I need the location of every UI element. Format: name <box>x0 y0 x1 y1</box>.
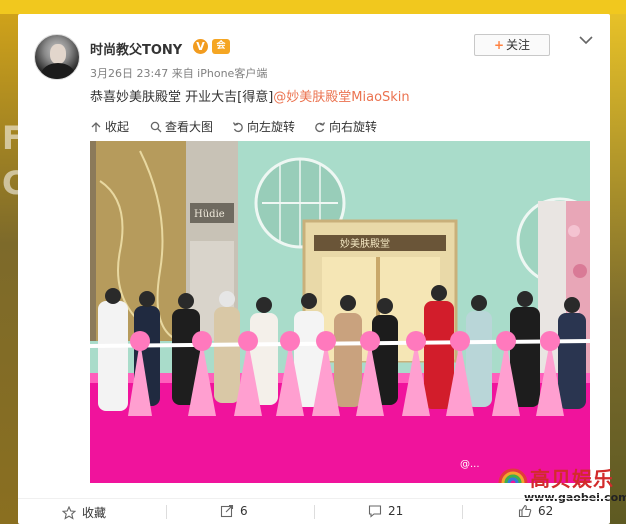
post-photo[interactable]: Hüdie 妙美肤殿堂 @... <box>90 141 590 483</box>
rainbow-logo-icon <box>498 468 528 484</box>
post-text: 恭喜妙美肤殿堂 开业大吉[得意]@妙美肤殿堂MiaoSkin <box>90 86 410 105</box>
follow-label: 关注 <box>506 38 531 52</box>
thumbs-up-icon <box>518 504 532 518</box>
repost-count: 6 <box>240 504 248 518</box>
vip-badge-icon: 会 <box>212 39 230 54</box>
avatar[interactable] <box>34 34 80 80</box>
footer-separator <box>166 505 167 519</box>
plus-icon: + <box>493 38 505 52</box>
collapse-icon <box>91 121 101 132</box>
magnifier-icon <box>150 121 162 132</box>
store-sign-left: Hüdie <box>194 209 225 220</box>
favorite-button[interactable]: 收藏 <box>62 504 106 521</box>
ribbon-cutting-photo: Hüdie 妙美肤殿堂 @... <box>90 141 590 483</box>
rotate-right-button[interactable]: 向右旋转 <box>314 118 377 135</box>
weibo-post-card: 时尚教父TONY V 会 3月26日 23:47 来自 iPhone客户端 恭喜… <box>18 14 626 524</box>
comment-count: 21 <box>388 504 404 518</box>
rotate-left-label: 向左旋转 <box>247 120 296 134</box>
comment-button[interactable]: 21 <box>368 504 403 518</box>
post-meta: 3月26日 23:47 来自 iPhone客户端 <box>90 67 268 80</box>
post-footer: 收藏 6 21 62 <box>18 499 610 524</box>
view-large-label: 查看大图 <box>165 120 214 134</box>
repost-icon <box>220 504 234 518</box>
collapse-button[interactable]: 收起 <box>90 118 129 135</box>
author-name[interactable]: 时尚教父TONY <box>90 39 182 58</box>
verified-badge-icon: V <box>193 39 208 54</box>
rotate-right-icon <box>315 121 326 132</box>
rotate-left-button[interactable]: 向左旋转 <box>232 118 295 135</box>
collapse-label: 收起 <box>105 120 130 134</box>
post-body-text: 恭喜妙美肤殿堂 开业大吉[得意] <box>90 90 274 105</box>
rotate-right-label: 向右旋转 <box>329 120 378 134</box>
view-large-button[interactable]: 查看大图 <box>150 118 213 135</box>
follow-button[interactable]: + 关注 <box>474 34 550 56</box>
like-button[interactable]: 62 <box>518 504 553 518</box>
rotate-left-icon <box>232 121 243 132</box>
site-watermark-name: 高贝娱乐 <box>530 467 614 491</box>
like-count: 62 <box>538 504 554 518</box>
store-sign-door: 妙美肤殿堂 <box>340 237 390 250</box>
avatar-body <box>41 63 75 79</box>
chevron-down-icon[interactable] <box>578 34 594 46</box>
background-top-band <box>0 0 626 14</box>
favorite-label: 收藏 <box>82 506 107 520</box>
mention-link[interactable]: @妙美肤殿堂MiaoSkin <box>273 90 409 105</box>
repost-button[interactable]: 6 <box>220 504 248 518</box>
footer-separator <box>462 505 463 519</box>
star-icon <box>62 505 76 520</box>
weibo-watermark: @... <box>460 459 480 470</box>
comment-icon <box>368 505 382 518</box>
footer-separator <box>314 505 315 519</box>
avatar-face <box>50 44 66 64</box>
